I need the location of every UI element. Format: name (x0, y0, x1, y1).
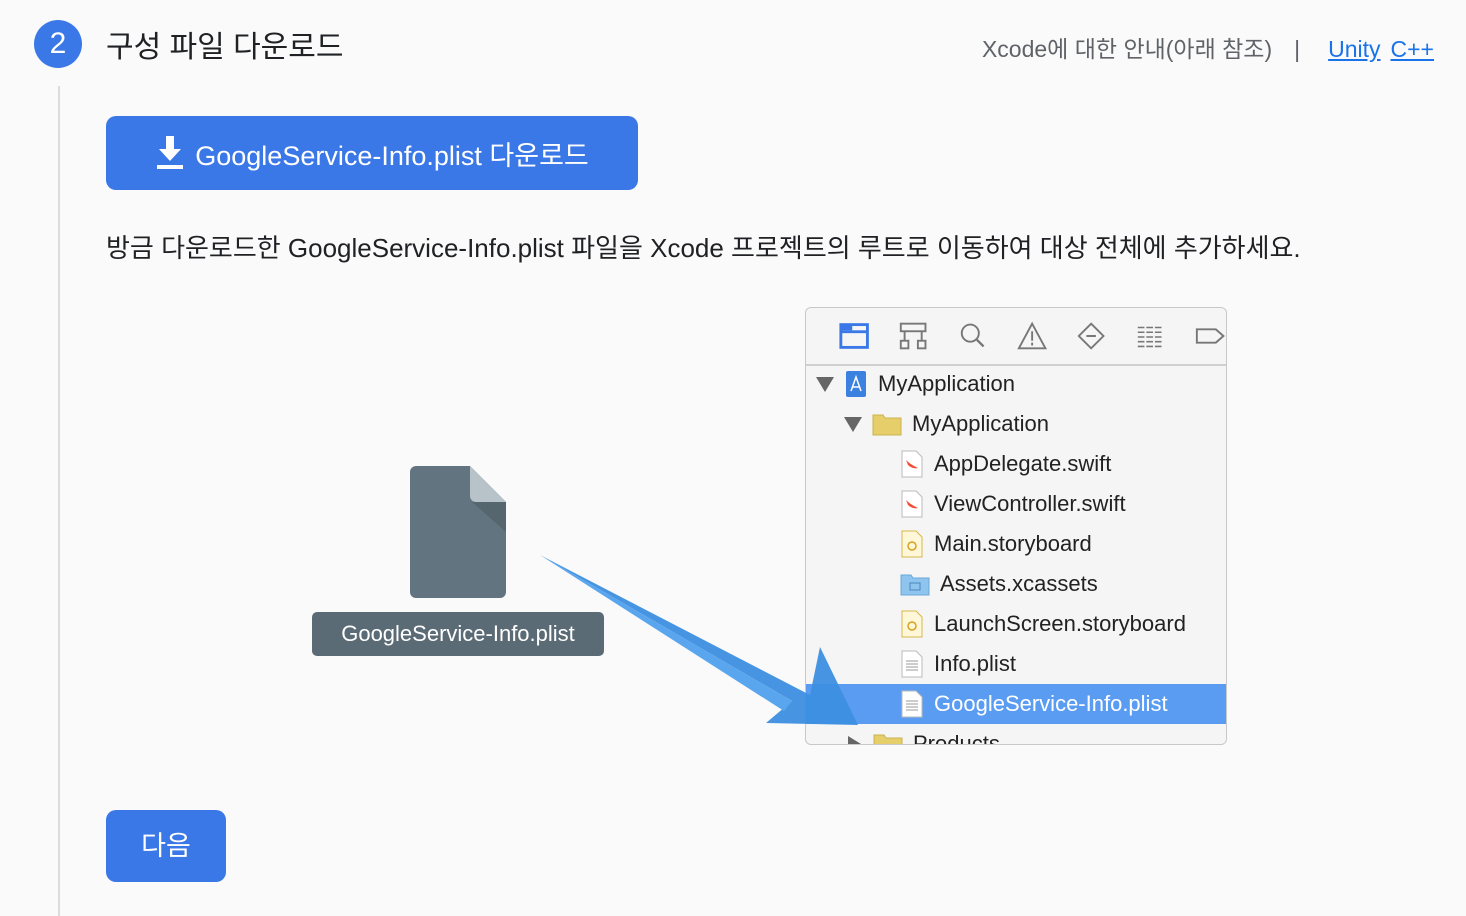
folder-icon (873, 734, 903, 744)
hierarchy-icon[interactable] (897, 321, 929, 351)
tree-item-label: Products (913, 731, 1000, 745)
search-icon[interactable] (957, 321, 989, 351)
file-icon (410, 466, 506, 598)
tree-item[interactable]: Main.storyboard (806, 524, 1226, 564)
storyboard-icon (901, 530, 923, 558)
project-icon (846, 371, 866, 397)
tree-item-label: GoogleService-Info.plist (934, 691, 1168, 716)
tree-item[interactable]: MyApplication (806, 364, 1226, 404)
tree-item-label: Info.plist (934, 651, 1016, 676)
download-config-button[interactable]: GoogleService-Info.plist 다운로드 (106, 116, 638, 190)
tree-item[interactable]: Products (806, 724, 1226, 745)
list-icon[interactable] (1134, 321, 1166, 351)
header-links: Xcode에 대한 안내(아래 참조) | Unity C++ (982, 30, 1434, 64)
step-connector-line (58, 86, 60, 916)
tag-icon[interactable] (1194, 321, 1226, 351)
next-button[interactable]: 다음 (106, 810, 226, 882)
folder-icon (872, 414, 902, 436)
plist-icon (901, 650, 923, 678)
xcode-navigator-panel: MyApplication MyApplication AppDelegate.sw… (805, 307, 1227, 745)
warning-icon[interactable] (1016, 321, 1048, 351)
disclosure-expanded-icon[interactable] (816, 376, 834, 392)
test-icon[interactable] (1075, 321, 1107, 351)
storyboard-icon (901, 610, 923, 638)
download-button-label: GoogleService-Info.plist 다운로드 (195, 140, 589, 171)
tree-item-label: MyApplication (912, 411, 1049, 436)
disclosure-collapsed-icon[interactable] (848, 736, 861, 744)
disclosure-expanded-icon[interactable] (844, 416, 862, 432)
tree-item[interactable]: GoogleService-Info.plist (806, 684, 1226, 724)
plist-icon (901, 690, 923, 718)
tree-item[interactable]: ViewController.swift (806, 484, 1226, 524)
tree-item[interactable]: Assets.xcassets (806, 564, 1226, 604)
step-number-badge: 2 (34, 20, 82, 68)
tree-item-label: Main.storyboard (934, 531, 1092, 556)
folder-navigator-icon[interactable] (838, 321, 870, 351)
swift-file-icon (901, 490, 923, 518)
tree-item-label: Assets.xcassets (940, 571, 1098, 596)
cpp-link[interactable]: C++ (1391, 36, 1434, 62)
download-icon (157, 136, 184, 169)
xcode-guide-text: Xcode에 대한 안내(아래 참조) (981, 36, 1273, 62)
swift-file-icon (901, 450, 923, 478)
assets-folder-icon (900, 574, 930, 596)
tree-item-label: MyApplication (878, 371, 1015, 396)
tree-item[interactable]: LaunchScreen.storyboard (806, 604, 1226, 644)
step-title: 구성 파일 다운로드 (106, 31, 344, 64)
drag-arrow-icon (540, 555, 858, 725)
tree-item[interactable]: MyApplication (806, 404, 1226, 444)
navigator-toolbar (806, 308, 1226, 366)
instruction-text: 방금 다운로드한 GoogleService-Info.plist 파일을 Xc… (106, 233, 1301, 263)
tree-item[interactable]: Info.plist (806, 644, 1226, 684)
unity-link[interactable]: Unity (1328, 36, 1380, 62)
tree-item-label: AppDelegate.swift (934, 451, 1112, 476)
tree-item-label: ViewController.swift (934, 491, 1126, 516)
tree-item-label: LaunchScreen.storyboard (934, 611, 1186, 636)
tree-item[interactable]: AppDelegate.swift (806, 444, 1226, 484)
separator: | (1294, 36, 1301, 62)
